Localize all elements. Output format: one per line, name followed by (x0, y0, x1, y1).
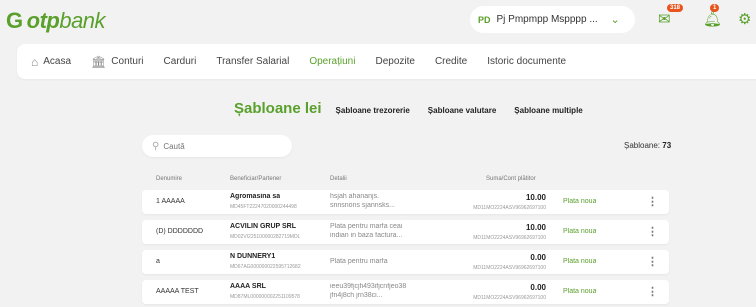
tab-templates-treasury[interactable]: Șabloane trezorerie (336, 106, 410, 115)
tab-templates-currency[interactable]: Șabloane valutare (428, 106, 496, 115)
beneficiary-account: MD87ML000000002251109578 (230, 294, 300, 300)
details-line: Plata pentru marfa (330, 258, 388, 265)
amount: 10.00 (525, 223, 546, 232)
details-line: ieeu39fjcjfi493ifjcnfjeo38 (330, 283, 407, 290)
bell-icon[interactable]: 🔔︎ (703, 10, 722, 28)
nav-item-credits[interactable]: Credite (435, 56, 467, 67)
template-name: AAAAA TEST (156, 288, 199, 295)
table-row[interactable]: (D) DDDDDDD ACVILIN GRUP SRL MD02VI22510… (142, 220, 669, 244)
details-line: indian in baza factura... (330, 232, 403, 239)
payer-account: MD11MO2224ASV96962697100 (473, 265, 546, 271)
more-options-icon[interactable]: ⋮ (647, 285, 658, 298)
nav-item-home[interactable]: ⌂ Acasa (31, 55, 71, 69)
main-nav: ⌂ Acasa 🏛︎ Conturi Carduri Transfer Sala… (17, 44, 756, 79)
chevron-down-icon: ⌄ (610, 14, 620, 26)
column-header-amount: Suma/Cont plătitor (486, 176, 536, 182)
table-row[interactable]: a N DUNNERY1 MD67AG000000022595712682 Pl… (142, 250, 669, 274)
template-name: (D) DDDDDDD (156, 228, 204, 235)
templates-count-label: Șabloane: (624, 141, 661, 150)
more-options-icon[interactable]: ⋮ (647, 255, 658, 268)
logo-text-bold: otp (26, 8, 60, 33)
beneficiary-name: N DUNNERY1 (230, 253, 276, 260)
details-line: hsjah ahananjs. (330, 193, 380, 200)
column-header-details: Detalii (330, 176, 347, 182)
beneficiary-account: MD67AG000000022595712682 (230, 264, 301, 270)
details-line: jfn4j8ch jrn38ci... (330, 292, 383, 299)
mail-icon[interactable]: ✉ (658, 10, 671, 28)
beneficiary-name: ACVILIN GRUP SRL (230, 223, 296, 230)
nav-item-cards[interactable]: Carduri (164, 56, 197, 67)
nav-item-history[interactable]: Istoric documente (487, 56, 566, 67)
messages-badge: 318 (667, 4, 684, 12)
profile-name: Pj Pmpmpp Mspppp ... (496, 14, 598, 25)
logo-mark: G (6, 8, 23, 33)
top-bar: Gotpbank PD Pj Pmpmpp Mspppp ... ⌄ ✉ 318… (0, 0, 756, 40)
column-header-name: Denumire (156, 176, 183, 182)
payer-account: MD11MO2224ASV96962697100 (473, 295, 546, 301)
profile-initials: PD (478, 14, 491, 25)
templates-count: Șabloane: 73 (624, 141, 671, 150)
details-line: snnsnons sjannsks... (330, 202, 395, 209)
beneficiary-account: MD45FT22247020000244498 (230, 204, 297, 210)
logo-text-light: bank (59, 8, 106, 33)
nav-item-label: Conturi (111, 56, 144, 67)
template-name: 1 AAAAA (156, 198, 185, 205)
new-payment-link[interactable]: Plata noua (563, 228, 596, 235)
bank-icon: 🏛︎ (91, 54, 107, 69)
more-options-icon[interactable]: ⋮ (647, 225, 658, 238)
new-payment-link[interactable]: Plata noua (563, 288, 596, 295)
templates-count-value: 73 (662, 141, 672, 150)
amount: 10.00 (525, 193, 546, 202)
payer-account: MD11MO2224ASV96962697100 (473, 205, 546, 211)
beneficiary-name: AAAA SRL (230, 283, 266, 290)
payer-account: MD11MO2224ASV96962697100 (473, 235, 546, 241)
new-payment-link[interactable]: Plata noua (563, 198, 596, 205)
table-row[interactable]: AAAAA TEST AAAA SRL MD87ML00000000225110… (142, 280, 669, 304)
table-row[interactable]: 1 AAAAA Agromasina sa MD45FT222470200002… (142, 190, 669, 214)
nav-item-operations[interactable]: Operațiuni (309, 56, 355, 67)
search-box[interactable]: ⚲ (142, 135, 292, 157)
amount: 0.00 (530, 283, 546, 292)
search-icon: ⚲ (152, 140, 160, 152)
beneficiary-name: Agromasina sa (230, 193, 281, 200)
beneficiary-account: MD02VI225100000282719MDL (230, 234, 301, 240)
nav-item-deposits[interactable]: Depozite (375, 56, 414, 67)
profile-selector[interactable]: PD Pj Pmpmpp Mspppp ... ⌄ (470, 6, 635, 33)
nav-item-salary[interactable]: Transfer Salarial (216, 56, 289, 67)
nav-item-label: Acasa (43, 56, 72, 67)
new-payment-link[interactable]: Plata noua (563, 258, 596, 265)
tab-templates-multiple[interactable]: Șabloane multiple (514, 106, 582, 115)
details-line: Plata pentru marfa ceai (330, 223, 403, 230)
amount: 0.00 (530, 253, 546, 262)
tab-templates-lei[interactable]: Șabloane lei (234, 100, 322, 117)
settings-icon[interactable]: ⚙ (738, 10, 751, 28)
more-options-icon[interactable]: ⋮ (647, 195, 658, 208)
otpbank-logo[interactable]: Gotpbank (6, 8, 106, 34)
nav-item-accounts[interactable]: 🏛︎ Conturi (91, 55, 143, 69)
template-name: a (156, 258, 160, 265)
home-icon: ⌂ (31, 54, 39, 69)
templates-tabs: Șabloane lei Șabloane trezorerie Șabloan… (234, 100, 601, 117)
search-input[interactable] (163, 141, 274, 151)
column-header-beneficiary: Beneficiar/Partener (230, 176, 282, 182)
